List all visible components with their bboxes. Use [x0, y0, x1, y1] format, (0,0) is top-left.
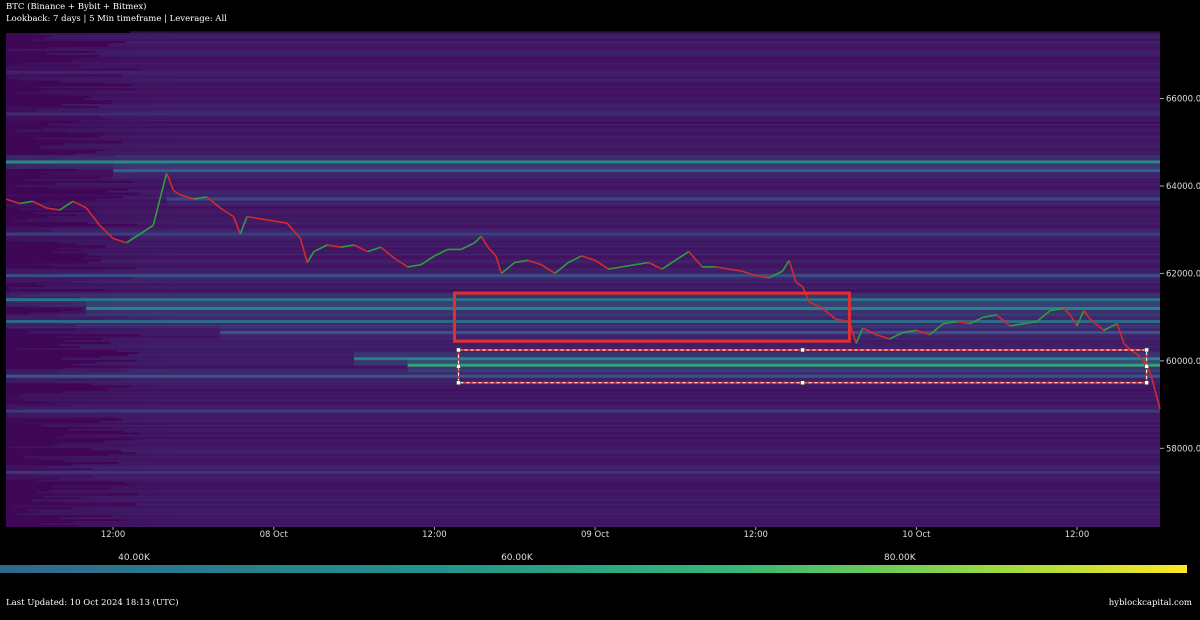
x-tick-label: 12:00	[101, 530, 126, 540]
resize-handle	[456, 380, 461, 385]
last-updated: Last Updated: 10 Oct 2024 18:13 (UTC)	[6, 598, 179, 608]
colorbar-tick: 80.00K	[883, 553, 916, 563]
resize-handle	[800, 380, 805, 385]
liquidation-band-glow	[6, 65, 1160, 80]
x-axis: 12:00 08 Oct 12:00 09 Oct 12:00 10 Oct 12:00	[101, 527, 1089, 540]
liquidation-band-glow	[6, 369, 1160, 384]
y-tick-label: 64000.0	[1166, 182, 1200, 192]
y-axis: 58000.0 60000.0 62000.0 64000.0 66000.0	[1160, 95, 1200, 454]
liquidation-heatmap-chart[interactable]: 58000.0 60000.0 62000.0 64000.0 66000.0 12:0…	[0, 0, 1200, 560]
resize-handle	[456, 364, 461, 369]
x-tick-label: 12:00	[422, 530, 447, 540]
liquidation-bands	[6, 31, 1161, 527]
x-tick-label: 08 Oct	[260, 530, 289, 540]
liquidation-band-glow	[6, 268, 1160, 283]
liquidation-band-glow	[220, 325, 1161, 340]
x-tick-label: 12:00	[1065, 530, 1090, 540]
liquidation-band-glow	[6, 227, 1160, 242]
resize-handle	[456, 347, 461, 353]
colorbar	[0, 565, 1187, 573]
colorbar-tick: 40.00K	[118, 553, 150, 563]
x-tick-label: 10 Oct	[902, 530, 931, 540]
brand-link[interactable]: hyblockcapital.com	[1109, 598, 1192, 608]
resize-handle	[1144, 364, 1149, 369]
y-tick-label: 60000.0	[1166, 357, 1200, 367]
liquidation-band-glow	[6, 465, 1160, 480]
liquidation-band-glow	[6, 106, 1160, 121]
heat-stripe	[129, 31, 1160, 34]
colorbar-tick: 60.00K	[501, 553, 533, 563]
liquidation-band-glow	[113, 163, 1161, 178]
resize-handle	[1144, 380, 1149, 385]
resize-handle	[1144, 347, 1149, 353]
liquidation-band-glow	[6, 404, 1160, 419]
y-tick-label: 62000.0	[1166, 269, 1200, 279]
y-tick-label: 58000.0	[1166, 444, 1200, 454]
liquidation-band-glow	[166, 192, 1160, 207]
y-tick-label: 66000.0	[1166, 95, 1200, 105]
x-tick-label: 12:00	[743, 530, 768, 540]
x-tick-label: 09 Oct	[581, 530, 610, 540]
resize-handle	[800, 347, 805, 353]
liquidation-band-glow	[86, 301, 1160, 316]
